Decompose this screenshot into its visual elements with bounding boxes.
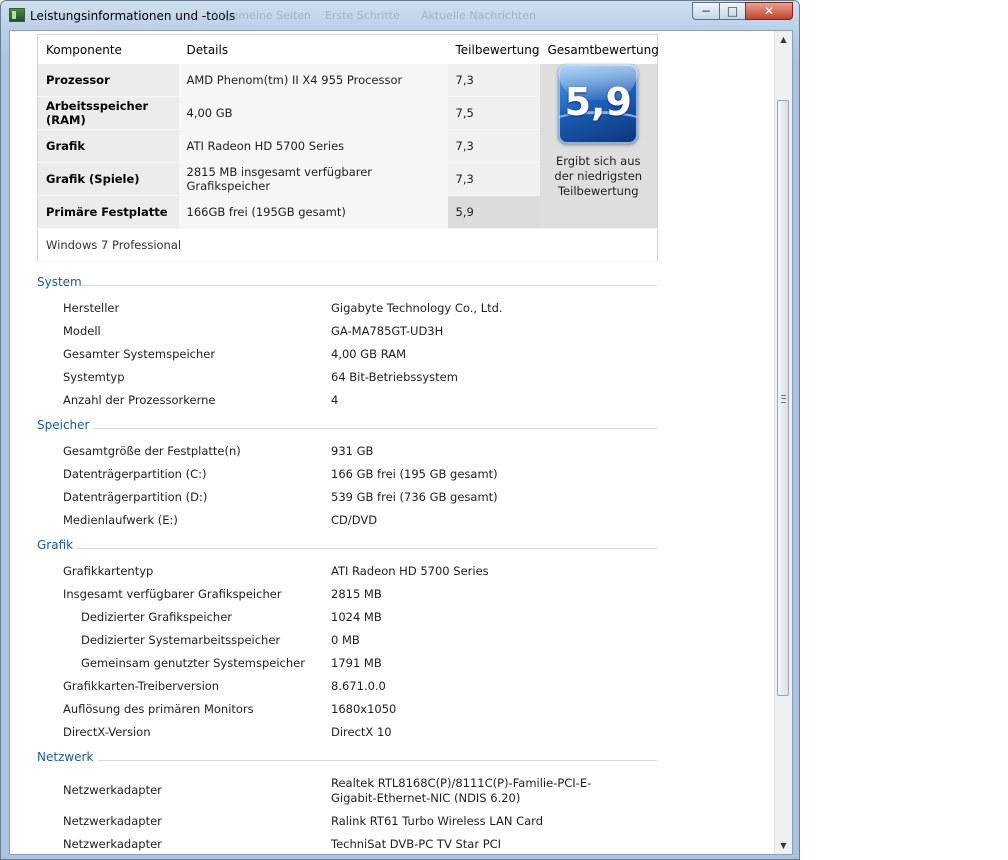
info-value: 539 GB frei (736 GB gesamt): [331, 490, 498, 504]
info-label: Auflösung des primären Monitors: [63, 702, 254, 716]
info-value: Ralink RT61 Turbo Wireless LAN Card: [331, 814, 544, 828]
section-divider: [93, 428, 657, 429]
info-label: Datenträgerpartition (C:): [63, 467, 207, 481]
info-value: 931 GB: [331, 444, 374, 458]
component-details: 166GB frei (195GB gesamt): [178, 195, 448, 229]
component-name: Grafik: [37, 129, 179, 163]
info-value: Gigabyte Technology Co., Ltd.: [331, 301, 503, 315]
header-component[interactable]: Komponente: [38, 35, 179, 65]
windows-score-badge: 5,9: [558, 64, 639, 144]
info-label: Gesamtgröße der Festplatte(n): [63, 444, 241, 458]
component-name: Arbeitsspeicher (RAM): [37, 96, 179, 130]
os-edition: Windows 7 Professional: [37, 228, 658, 262]
component-subscore: 7,5: [447, 96, 540, 130]
scroll-down-arrow-icon[interactable]: ▼: [775, 837, 792, 854]
os-row: Windows 7 Professional: [37, 228, 658, 262]
info-value: 0 MB: [331, 633, 360, 647]
component-name: Prozessor: [37, 64, 179, 97]
info-value: Realtek RTL8168C(P)/8111C(P)-Familie-PCI…: [331, 776, 592, 805]
title-bar[interactable]: Leistungsinformationen und -tools Allgem…: [1, 1, 799, 29]
info-label: Hersteller: [63, 301, 120, 315]
content-area: Komponente Details Teilbewertung Gesamtb…: [9, 30, 793, 855]
info-label: Gesamter Systemspeicher: [63, 347, 216, 361]
score-table: Komponente Details Teilbewertung Gesamtb…: [37, 34, 659, 262]
component-name: Primäre Festplatte: [37, 195, 179, 229]
info-label: Netzwerkadapter: [63, 814, 162, 828]
info-value: CD/DVD: [331, 513, 378, 527]
minimize-button[interactable]: −: [692, 2, 720, 20]
section-divider: [99, 760, 657, 761]
info-label-indented: Gemeinsam genutzter Systemspeicher: [81, 656, 305, 670]
info-value: 1024 MB: [331, 610, 382, 624]
section-title-graphics: Grafik: [37, 538, 74, 552]
component-subscore: 7,3: [447, 64, 540, 97]
overall-score: 5,9: [564, 80, 632, 124]
info-value: 64 Bit-Betriebssystem: [331, 370, 458, 384]
info-value: DirectX 10: [331, 725, 392, 739]
background-tab-label: Aktuelle Nachrichten: [421, 9, 536, 22]
header-details[interactable]: Details: [179, 35, 448, 65]
info-label: Medienlaufwerk (E:): [63, 513, 178, 527]
component-details: AMD Phenom(tm) II X4 955 Processor: [178, 64, 448, 97]
scroll-up-arrow-icon[interactable]: ▲: [775, 31, 792, 48]
component-details: 4,00 GB: [178, 96, 448, 130]
component-subscore-lowest: 5,9: [447, 195, 540, 229]
info-label: Anzahl der Prozessorkerne: [63, 393, 216, 407]
background-tab-label: Erste Schritte: [325, 9, 400, 22]
info-value: TechniSat DVB-PC TV Star PCI: [331, 837, 502, 851]
scroll-grip-icon: [781, 395, 786, 403]
component-name: Grafik (Spiele): [37, 162, 179, 196]
overall-score-caption: Ergibt sich aus der niedrigsten Teilbewe…: [554, 154, 643, 198]
info-value: 1791 MB: [331, 656, 382, 670]
info-label: Systemtyp: [63, 370, 125, 384]
info-value: GA-MA785GT-UD3H: [331, 324, 444, 338]
info-label: Insgesamt verfügbarer Grafikspeicher: [63, 587, 282, 601]
info-value: 4,00 GB RAM: [331, 347, 407, 361]
performance-app-icon: [9, 8, 25, 22]
section-divider: [83, 285, 657, 286]
performance-window: Leistungsinformationen und -tools Allgem…: [0, 0, 800, 860]
component-details: ATI Radeon HD 5700 Series: [178, 129, 448, 163]
info-label-indented: Dedizierter Grafikspeicher: [81, 610, 232, 624]
info-label: DirectX-Version: [63, 725, 151, 739]
maximize-button[interactable]: □: [719, 2, 746, 20]
section-title-network: Netzwerk: [37, 750, 94, 764]
section-title-storage: Speicher: [37, 418, 90, 432]
info-value: 166 GB frei (195 GB gesamt): [331, 467, 498, 481]
info-label-indented: Dedizierter Systemarbeitsspeicher: [81, 633, 281, 647]
section-divider: [77, 548, 657, 549]
info-value: 8.671.0.0: [331, 679, 386, 693]
info-label: Grafikkartentyp: [63, 564, 154, 578]
score-row: Prozessor AMD Phenom(tm) II X4 955 Proce…: [37, 64, 658, 229]
vertical-scrollbar[interactable]: ▲ ▼: [774, 31, 792, 854]
background-tab-label: Allgemeine Seiten: [211, 9, 312, 22]
info-label: Datenträgerpartition (D:): [63, 490, 208, 504]
info-value: 1680x1050: [331, 702, 397, 716]
window-title: Leistungsinformationen und -tools: [30, 9, 236, 23]
info-value: 4: [331, 393, 339, 407]
info-label: Netzwerkadapter: [63, 783, 162, 797]
component-details: 2815 MB insgesamt verfügbarer Grafikspei…: [178, 162, 448, 196]
info-label: Grafikkarten-Treiberversion: [63, 679, 220, 693]
overall-score-cell: 5,9 Ergibt sich aus der niedrigsten Teil…: [539, 64, 658, 229]
info-value: 2815 MB: [331, 587, 382, 601]
close-button[interactable]: ✕: [745, 2, 793, 20]
header-overall[interactable]: Gesamtbewertung: [540, 35, 659, 65]
component-subscore: 7,3: [447, 129, 540, 163]
section-title-system: System: [37, 275, 82, 289]
header-subscore[interactable]: Teilbewertung: [448, 35, 540, 65]
info-value: ATI Radeon HD 5700 Series: [331, 564, 489, 578]
component-subscore: 7,3: [447, 162, 540, 196]
scrollbar-thumb[interactable]: [777, 100, 789, 696]
info-label: Netzwerkadapter: [63, 837, 162, 851]
info-label: Modell: [63, 324, 101, 338]
score-table-header: Komponente Details Teilbewertung Gesamtb…: [38, 35, 659, 65]
